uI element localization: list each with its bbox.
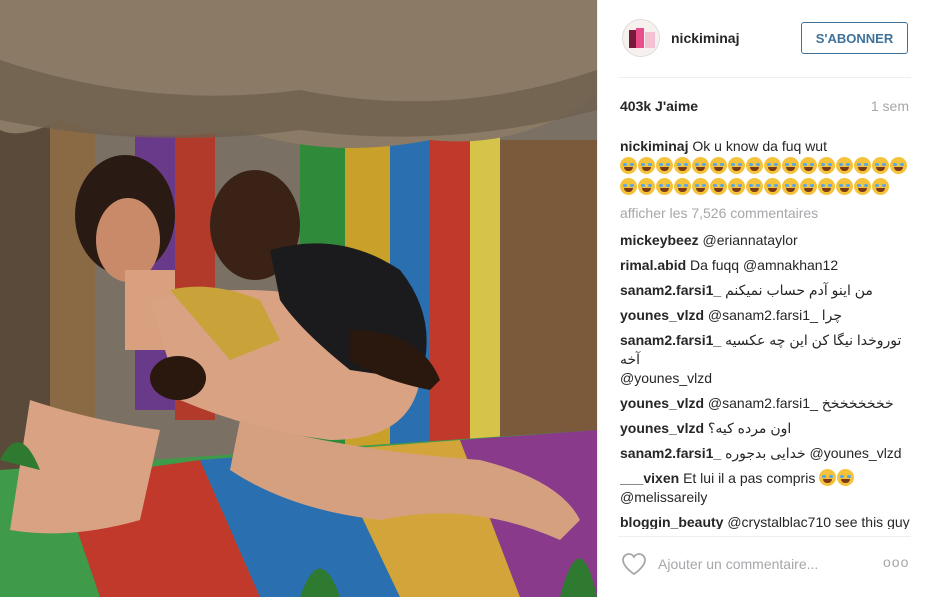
tears-of-joy-emoji-icon	[656, 178, 673, 195]
post-time[interactable]: 1 sem	[871, 98, 909, 114]
tears-of-joy-emoji-icon	[638, 157, 655, 174]
view-all-comments-link[interactable]: afficher les 7,526 commentaires	[620, 204, 910, 223]
comment: younes_vlzd اون مرده کیه؟	[620, 419, 910, 438]
heart-icon[interactable]	[621, 552, 647, 576]
post-photo[interactable]	[0, 0, 597, 597]
tears-of-joy-emoji-icon	[728, 157, 745, 174]
comment-username[interactable]: sanam2.farsi1_	[620, 282, 721, 298]
tears-of-joy-emoji-icon	[890, 157, 907, 174]
comment-text: @sanam2.farsi1_ چرا	[707, 307, 843, 323]
comment: bloggin_beauty @crystalblac710 see this …	[620, 513, 910, 529]
comment: sanam2.farsi1_ من اینو آدم حساب نمیکنم	[620, 281, 910, 300]
comment: ___vixen Et lui il a pas compris @meliss…	[620, 469, 910, 507]
caption: nickiminaj Ok u know da fuq wut	[620, 137, 910, 198]
tears-of-joy-emoji-icon	[764, 178, 781, 195]
header-username[interactable]: nickiminaj	[671, 30, 739, 46]
comment-username[interactable]: rimal.abid	[620, 257, 686, 273]
tears-of-joy-emoji-icon	[674, 178, 691, 195]
tears-of-joy-emoji-icon	[818, 157, 835, 174]
tears-of-joy-emoji-icon	[818, 178, 835, 195]
tears-of-joy-emoji-icon	[746, 178, 763, 195]
post-image	[0, 0, 597, 597]
comment-text: من اینو آدم حساب نمیکنم	[725, 282, 873, 298]
tears-of-joy-emoji-icon	[620, 157, 637, 174]
tears-of-joy-emoji-icon	[836, 157, 853, 174]
likes-count[interactable]: 403k J'aime	[620, 98, 698, 114]
comment-username[interactable]: younes_vlzd	[620, 307, 704, 323]
tears-of-joy-emoji-icon	[674, 157, 691, 174]
avatar[interactable]	[622, 19, 660, 57]
comment-mention[interactable]: @melissareily	[620, 489, 707, 505]
comment: sanam2.farsi1_ خدایی بدجوره @younes_vlzd	[620, 444, 910, 463]
more-options-icon[interactable]: ooo	[883, 554, 909, 572]
divider	[618, 536, 911, 537]
tears-of-joy-emoji-icon	[746, 157, 763, 174]
comment: mickeybeez @eriannataylor	[620, 231, 910, 250]
add-comment-input[interactable]	[658, 553, 858, 575]
tears-of-joy-emoji-icon	[638, 178, 655, 195]
tears-of-joy-emoji-icon	[710, 178, 727, 195]
tears-of-joy-emoji-icon	[620, 178, 637, 195]
comment: rimal.abid Da fuqq @amnakhan12	[620, 256, 910, 275]
comment-username[interactable]: younes_vlzd	[620, 420, 704, 436]
comment: younes_vlzd @sanam2.farsi1_ خخخخخخخخ	[620, 394, 910, 413]
divider	[618, 77, 911, 78]
comment-username[interactable]: mickeybeez	[620, 232, 699, 248]
tears-of-joy-emoji-icon	[872, 178, 889, 195]
tears-of-joy-emoji-icon	[800, 157, 817, 174]
comment-text: @eriannataylor	[702, 232, 798, 248]
comment-mention[interactable]: @younes_vlzd	[620, 370, 712, 386]
tears-of-joy-emoji-icon	[710, 157, 727, 174]
caption-text: Ok u know da fuq wut	[692, 138, 827, 154]
comment-text: Da fuqq @amnakhan12	[690, 257, 839, 273]
comment-text: Et lui il a pas compris	[683, 470, 816, 486]
tears-of-joy-emoji-icon	[836, 178, 853, 195]
caption-username[interactable]: nickiminaj	[620, 138, 688, 154]
comment: younes_vlzd @sanam2.farsi1_ چرا	[620, 306, 910, 325]
tears-of-joy-emoji-icon	[656, 157, 673, 174]
comment-text: خدایی بدجوره @younes_vlzd	[725, 445, 902, 461]
tears-of-joy-emoji-icon	[872, 157, 889, 174]
post-sidebar: nickiminaj S'ABONNER 403k J'aime 1 sem n…	[597, 0, 930, 597]
comment: sanam2.farsi1_ توروخدا نیگا کن این چه عک…	[620, 331, 910, 388]
comments-list: nickiminaj Ok u know da fuq wut afficher…	[620, 137, 910, 529]
comment-text: @sanam2.farsi1_ خخخخخخخخ	[707, 395, 894, 411]
tears-of-joy-emoji-icon	[692, 157, 709, 174]
tears-of-joy-emoji-icon	[728, 178, 745, 195]
caption-emoji-row	[620, 156, 910, 198]
tears-of-joy-emoji-icon	[800, 178, 817, 195]
comment-username[interactable]: younes_vlzd	[620, 395, 704, 411]
tears-of-joy-emoji-icon	[692, 178, 709, 195]
tears-of-joy-emoji-icon	[782, 157, 799, 174]
comment-username[interactable]: sanam2.farsi1_	[620, 332, 721, 348]
comment-username[interactable]: sanam2.farsi1_	[620, 445, 721, 461]
post-stats: 403k J'aime 1 sem	[620, 98, 909, 114]
comment-bar: ooo	[598, 540, 930, 597]
avatar-image	[623, 20, 659, 56]
tears-of-joy-emoji-icon	[854, 157, 871, 174]
follow-button[interactable]: S'ABONNER	[801, 22, 908, 54]
tears-of-joy-emoji-icon	[764, 157, 781, 174]
tears-of-joy-emoji-icon	[819, 469, 837, 486]
comment-text: اون مرده کیه؟	[707, 420, 792, 436]
tears-of-joy-emoji-icon	[782, 178, 799, 195]
comment-username[interactable]: bloggin_beauty	[620, 514, 723, 529]
comment-username[interactable]: ___vixen	[620, 470, 679, 486]
tears-of-joy-emoji-icon	[854, 178, 871, 195]
tears-of-joy-emoji-icon	[837, 469, 855, 486]
